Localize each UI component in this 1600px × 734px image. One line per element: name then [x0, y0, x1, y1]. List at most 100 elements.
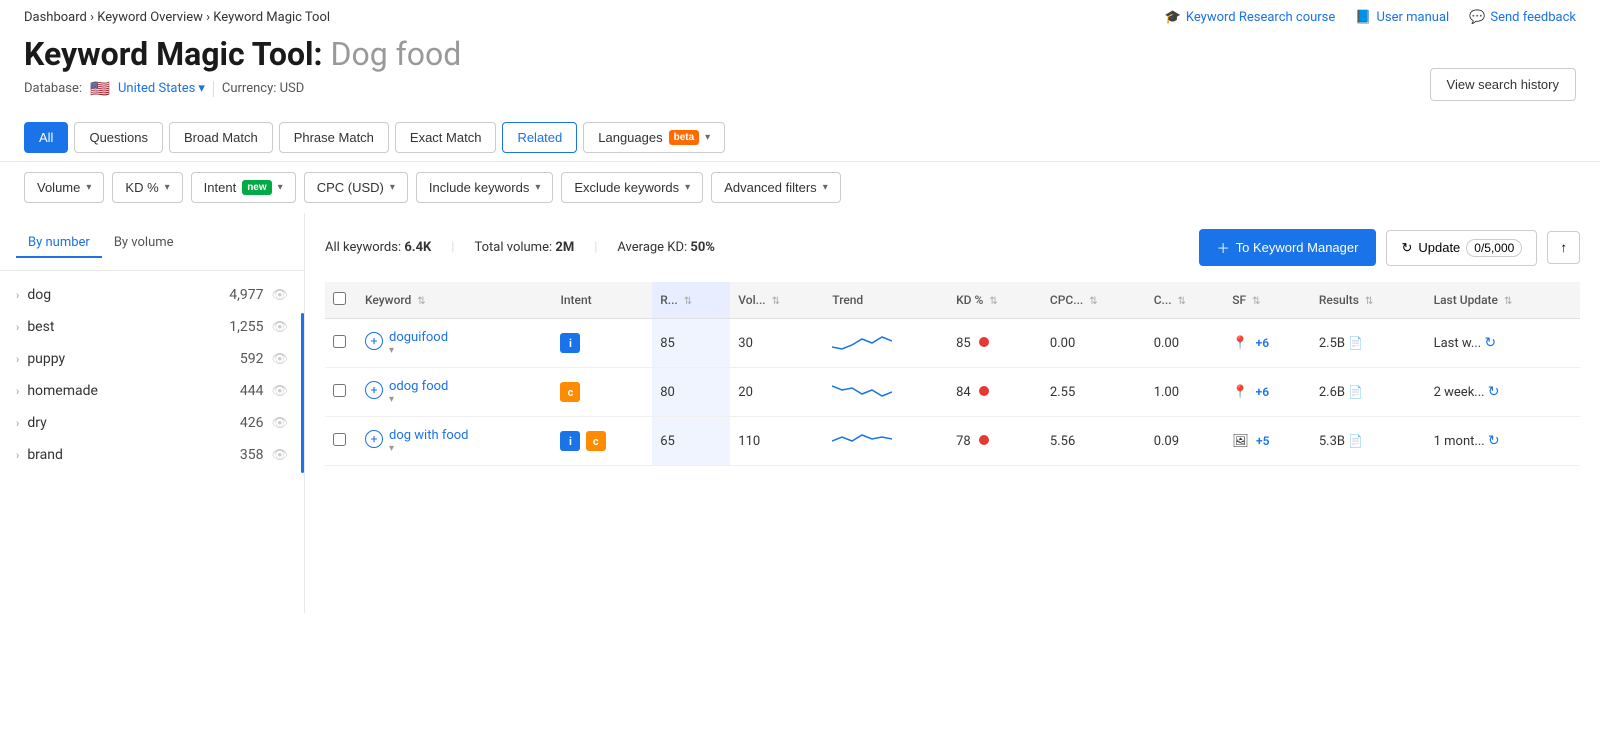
- sidebar-item[interactable]: › dry 426 👁: [0, 407, 304, 439]
- include-chevron-icon: ▾: [535, 182, 540, 193]
- kd-sort-icon[interactable]: ⇅: [989, 296, 997, 307]
- row-refresh-icon[interactable]: ↻: [1488, 384, 1500, 400]
- filter-row: Volume ▾ KD % ▾ Intent new ▾ CPC (USD) ▾…: [0, 162, 1600, 213]
- eye-icon[interactable]: 👁: [271, 416, 288, 431]
- manual-link[interactable]: 📘 User manual: [1355, 10, 1449, 25]
- export-button[interactable]: ↑: [1547, 231, 1580, 264]
- kd-cell: 78: [948, 417, 1042, 466]
- volume-filter[interactable]: Volume ▾: [24, 172, 104, 203]
- keyword-link[interactable]: dog with food: [389, 428, 469, 443]
- languages-button[interactable]: Languages beta ▾: [583, 122, 725, 153]
- feedback-link[interactable]: 💬 Send feedback: [1469, 10, 1576, 25]
- kd-cell: 85: [948, 319, 1042, 368]
- kd-filter[interactable]: KD % ▾: [112, 172, 182, 203]
- cpc-cell: 5.56: [1042, 417, 1146, 466]
- kd-header: KD % ⇅: [948, 282, 1042, 319]
- eye-icon[interactable]: 👁: [271, 352, 288, 367]
- update-button[interactable]: ↻ Update 0/5,000: [1386, 230, 1537, 266]
- add-keyword-icon[interactable]: +: [365, 430, 383, 448]
- keyword-link[interactable]: odog food: [389, 379, 448, 394]
- lastupdate-sort-icon[interactable]: ⇅: [1504, 296, 1512, 307]
- select-all-checkbox[interactable]: [333, 292, 346, 305]
- comp-sort-icon[interactable]: ⇅: [1178, 296, 1186, 307]
- sidebar-tab-bynumber[interactable]: By number: [16, 229, 102, 258]
- sidebar-item-left: › brand: [16, 447, 63, 463]
- kd-chevron-icon: ▾: [165, 182, 170, 193]
- tab-exact-match[interactable]: Exact Match: [395, 122, 497, 153]
- sidebar-item[interactable]: › best 1,255 👁: [0, 311, 304, 343]
- breadcrumb-overview[interactable]: Keyword Overview: [97, 10, 203, 25]
- eye-icon[interactable]: 👁: [271, 384, 288, 399]
- select-all-header[interactable]: [325, 282, 357, 319]
- eye-icon[interactable]: 👁: [271, 448, 288, 463]
- tab-phrase-match[interactable]: Phrase Match: [279, 122, 389, 153]
- include-filter[interactable]: Include keywords ▾: [416, 172, 553, 203]
- sf-sort-icon[interactable]: ⇅: [1252, 296, 1260, 307]
- volume-header: Vol... ⇅: [730, 282, 824, 319]
- top-links: 🎓 Keyword Research course 📘 User manual …: [1165, 10, 1576, 25]
- volume-cell: 30: [730, 319, 824, 368]
- keyword-dropdown-icon[interactable]: ▾: [389, 394, 448, 405]
- keyword-sort-icon[interactable]: ⇅: [417, 296, 425, 307]
- lastupdate-header: Last Update ⇅: [1426, 282, 1580, 319]
- intent-badge-c: c: [586, 431, 606, 451]
- keyword-dropdown-icon[interactable]: ▾: [389, 345, 448, 356]
- to-keyword-manager-button[interactable]: ＋ To Keyword Manager: [1199, 229, 1377, 266]
- sidebar-item[interactable]: › homemade 444 👁: [0, 375, 304, 407]
- row-checkbox[interactable]: [333, 384, 346, 397]
- flag-icon: 🇺🇸: [90, 79, 110, 98]
- sidebar-item-left: › homemade: [16, 383, 98, 399]
- view-history-button[interactable]: View search history: [1430, 68, 1576, 101]
- vol-sort-icon[interactable]: ⇅: [772, 296, 780, 307]
- sf-plus-count: +6: [1256, 385, 1269, 399]
- row-checkbox-cell[interactable]: [325, 368, 357, 417]
- course-label: Keyword Research course: [1186, 10, 1335, 25]
- eye-icon[interactable]: 👁: [271, 288, 288, 303]
- advanced-filter[interactable]: Advanced filters ▾: [711, 172, 841, 203]
- tab-related[interactable]: Related: [502, 122, 577, 153]
- course-link[interactable]: 🎓 Keyword Research course: [1165, 10, 1336, 25]
- kd-dot: [979, 386, 989, 396]
- sidebar-tab-byvolume[interactable]: By volume: [102, 229, 186, 258]
- course-icon: 🎓: [1165, 10, 1181, 25]
- sidebar-count: 592: [240, 351, 264, 367]
- eye-icon[interactable]: 👁: [271, 320, 288, 335]
- page-title: Keyword Magic Tool: Dog food: [24, 35, 1576, 73]
- row-refresh-icon[interactable]: ↻: [1488, 433, 1500, 449]
- comp-header: C... ⇅: [1146, 282, 1225, 319]
- keyword-dropdown-icon[interactable]: ▾: [389, 443, 469, 454]
- tab-questions[interactable]: Questions: [74, 122, 163, 153]
- sf-cell: 📍 +6: [1224, 368, 1311, 417]
- all-keywords-value: 6.4K: [404, 240, 431, 255]
- keyword-link[interactable]: doguifood: [389, 330, 448, 345]
- intent-cell: i: [552, 319, 652, 368]
- trend-cell: [824, 417, 948, 466]
- breadcrumb-dashboard[interactable]: Dashboard: [24, 10, 87, 25]
- update-label: Update: [1418, 240, 1460, 255]
- cpc-sort-icon[interactable]: ⇅: [1089, 296, 1097, 307]
- row-checkbox[interactable]: [333, 335, 346, 348]
- kd-dot: [979, 337, 989, 347]
- sidebar-item[interactable]: › puppy 592 👁: [0, 343, 304, 375]
- cpc-filter[interactable]: CPC (USD) ▾: [304, 172, 408, 203]
- tab-all[interactable]: All: [24, 122, 68, 153]
- sidebar-item[interactable]: › brand 358 👁: [0, 439, 304, 471]
- table-actions: ＋ To Keyword Manager ↻ Update 0/5,000 ↑: [1199, 229, 1580, 266]
- intent-filter[interactable]: Intent new ▾: [191, 172, 296, 203]
- sidebar-keyword: best: [27, 319, 54, 335]
- update-count: 0/5,000: [1466, 239, 1522, 257]
- add-keyword-icon[interactable]: +: [365, 332, 383, 350]
- exclude-filter[interactable]: Exclude keywords ▾: [561, 172, 703, 203]
- row-checkbox[interactable]: [333, 433, 346, 446]
- row-checkbox-cell[interactable]: [325, 319, 357, 368]
- results-sort-icon[interactable]: ⇅: [1365, 296, 1373, 307]
- country-selector[interactable]: United States ▾: [118, 81, 205, 96]
- row-refresh-icon[interactable]: ↻: [1484, 335, 1496, 351]
- intent-badge-i: i: [560, 333, 580, 353]
- sidebar-item[interactable]: › dog 4,977 👁: [0, 279, 304, 311]
- add-keyword-icon[interactable]: +: [365, 381, 383, 399]
- tab-broad-match[interactable]: Broad Match: [169, 122, 273, 153]
- row-checkbox-cell[interactable]: [325, 417, 357, 466]
- rank-sort-icon[interactable]: ⇅: [684, 296, 692, 307]
- languages-chevron-icon: ▾: [705, 132, 710, 143]
